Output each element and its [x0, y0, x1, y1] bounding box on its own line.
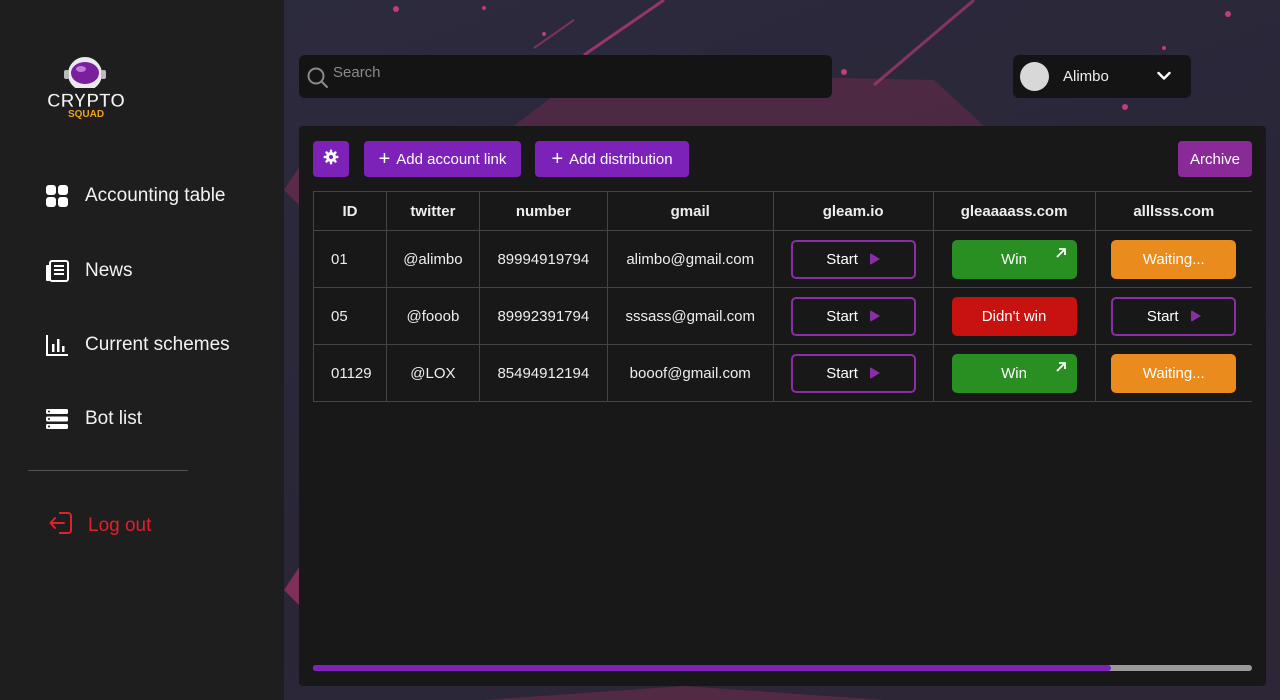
- play-icon: [1190, 310, 1201, 322]
- column-header-gleaaaass[interactable]: gleaaaass.com: [932, 191, 1096, 231]
- user-menu[interactable]: Alimbo: [1013, 55, 1191, 98]
- waiting-status[interactable]: Waiting...: [1111, 239, 1237, 279]
- cell-alllsss: Start: [1094, 287, 1252, 345]
- sidebar-divider: [28, 470, 188, 471]
- start-button[interactable]: Start: [790, 353, 916, 393]
- cell-alllsss: Waiting...: [1094, 230, 1252, 288]
- avatar: [1020, 62, 1049, 91]
- cell-twitter: @fooob: [385, 287, 480, 345]
- sidebar-item-news[interactable]: News: [44, 258, 133, 284]
- settings-button[interactable]: [313, 141, 349, 177]
- win-button[interactable]: Win: [951, 353, 1077, 393]
- waiting-label: Waiting...: [1142, 250, 1205, 268]
- bar-chart-icon: [44, 332, 70, 358]
- sidebar-item-label: Current schemes: [85, 334, 230, 355]
- cell-gleam: Start: [772, 230, 934, 288]
- column-header-twitter[interactable]: twitter: [385, 191, 480, 231]
- arrow-up-right-icon: [1055, 360, 1067, 377]
- cell-gleaaaass: Win: [932, 230, 1096, 288]
- play-icon: [869, 253, 880, 265]
- sidebar-item-current-schemes[interactable]: Current schemes: [44, 332, 230, 358]
- column-header-alllsss[interactable]: alllsss.com: [1094, 191, 1252, 231]
- logout-icon: [48, 510, 74, 541]
- start-label: Start: [826, 364, 858, 382]
- win-button[interactable]: Win: [951, 239, 1077, 279]
- cell-gleam: Start: [772, 287, 934, 345]
- add-account-link-button[interactable]: + Add account link: [364, 141, 521, 177]
- start-button[interactable]: Start: [790, 239, 916, 279]
- column-header-gmail[interactable]: gmail: [606, 191, 774, 231]
- search-bar: [299, 55, 832, 98]
- column-header-number[interactable]: number: [478, 191, 608, 231]
- table-row: 01 @alimbo 89994919794 alimbo@gmail.com …: [313, 230, 1252, 288]
- user-name: Alimbo: [1063, 68, 1109, 85]
- logout-label: Log out: [88, 514, 152, 536]
- waiting-status[interactable]: Waiting...: [1111, 353, 1237, 393]
- sidebar-item-accounting-table[interactable]: Accounting table: [44, 183, 226, 209]
- column-header-gleam[interactable]: gleam.io: [772, 191, 934, 231]
- table-header-row: ID twitter number gmail gleam.io gleaaaa…: [313, 191, 1252, 231]
- sidebar-item-label: Bot list: [85, 408, 143, 429]
- add-account-link-label: Add account link: [396, 150, 507, 168]
- cell-id: 05: [313, 287, 387, 345]
- start-button[interactable]: Start: [1111, 296, 1237, 336]
- start-button[interactable]: Start: [790, 296, 916, 336]
- cell-gmail: alimbo@gmail.com: [606, 230, 774, 288]
- didnt-win-status[interactable]: Didn't win: [951, 296, 1077, 336]
- search-input[interactable]: [333, 55, 813, 98]
- horizontal-scrollbar[interactable]: [313, 665, 1252, 671]
- search-icon: [307, 67, 329, 94]
- column-header-id[interactable]: ID: [313, 191, 387, 231]
- table-row: 05 @fooob 89992391794 sssass@gmail.com S…: [313, 287, 1252, 345]
- cell-id: 01: [313, 230, 387, 288]
- arrow-up-right-icon: [1055, 246, 1067, 263]
- start-label: Start: [826, 250, 858, 268]
- crypto-squad-logo[interactable]: CRYPTO SQUAD: [42, 54, 132, 120]
- add-distribution-button[interactable]: + Add distribution: [535, 141, 689, 177]
- svg-text:SQUAD: SQUAD: [68, 109, 104, 120]
- cell-gleam: Start: [772, 344, 934, 402]
- cell-alllsss: Waiting...: [1094, 344, 1252, 402]
- logout-button[interactable]: Log out: [48, 510, 151, 541]
- sidebar: CRYPTO SQUAD Accounting table News Curre…: [0, 0, 284, 700]
- list-icon: [44, 406, 70, 432]
- cell-gleaaaass: Win: [932, 344, 1096, 402]
- accounts-table: ID twitter number gmail gleam.io gleaaaa…: [313, 191, 1252, 402]
- cell-twitter: @LOX: [385, 344, 480, 402]
- waiting-label: Waiting...: [1142, 364, 1205, 382]
- cell-gleaaaass: Didn't win: [932, 287, 1096, 345]
- news-icon: [44, 258, 70, 284]
- sidebar-item-label: News: [85, 260, 133, 281]
- win-label: Win: [1001, 364, 1027, 382]
- table-row: 01129 @LOX 85494912194 booof@gmail.com S…: [313, 344, 1252, 402]
- grid-icon: [44, 183, 70, 209]
- sidebar-item-label: Accounting table: [85, 185, 226, 206]
- chevron-down-icon: [1157, 68, 1171, 86]
- archive-label: Archive: [1189, 150, 1241, 168]
- cell-gmail: sssass@gmail.com: [606, 287, 774, 345]
- start-label: Start: [1146, 307, 1179, 325]
- cell-number: 85494912194: [478, 344, 608, 402]
- cell-gmail: booof@gmail.com: [606, 344, 774, 402]
- didnt-win-label: Didn't win: [981, 307, 1047, 325]
- start-label: Start: [826, 307, 858, 325]
- cell-twitter: @alimbo: [385, 230, 480, 288]
- cell-number: 89992391794: [478, 287, 608, 345]
- win-label: Win: [1001, 250, 1027, 268]
- scrollbar-thumb[interactable]: [313, 665, 1112, 671]
- cell-id: 01129: [313, 344, 387, 402]
- play-icon: [869, 367, 880, 379]
- add-distribution-label: Add distribution: [569, 150, 673, 168]
- plus-icon: +: [378, 148, 391, 170]
- sidebar-item-bot-list[interactable]: Bot list: [44, 406, 142, 432]
- archive-button[interactable]: Archive: [1178, 141, 1252, 177]
- gear-icon: [323, 149, 339, 169]
- accounting-panel: + Add account link + Add distribution Ar…: [299, 126, 1266, 686]
- plus-icon: +: [551, 148, 564, 170]
- play-icon: [869, 310, 880, 322]
- cell-number: 89994919794: [478, 230, 608, 288]
